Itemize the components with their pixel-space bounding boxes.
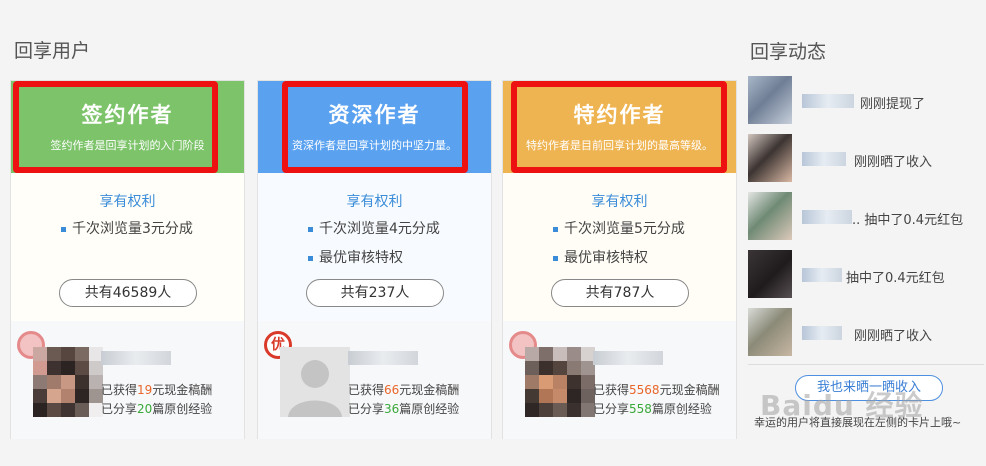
- member-count-button[interactable]: 共有46589人: [59, 279, 197, 307]
- earnings-stat: 已获得66元现金稿酬: [348, 381, 459, 398]
- featured-user: 已获得5568元现金稿酬 已分享558篇原创经验: [503, 321, 736, 439]
- featured-user: 优 已获得66元现金稿酬 已分享36篇原创经验: [258, 321, 491, 439]
- earnings-stat: 已获得5568元现金稿酬: [593, 381, 720, 398]
- featured-user: 已获得19元现金稿酬 已分享20篇原创经验: [11, 321, 244, 439]
- rights-item: 千次浏览量3元分成: [61, 219, 193, 248]
- card-special-author[interactable]: 特约作者 特约作者是目前回享计划的最高等级。 享有权利 千次浏览量5元分成 最优…: [502, 80, 737, 439]
- feed-item[interactable]: 刚刚晒了收入: [748, 308, 984, 366]
- earnings-stat: 已获得19元现金稿酬: [101, 381, 212, 398]
- shared-value: 36: [384, 402, 400, 416]
- section-title-feed: 回享动态: [750, 41, 827, 63]
- stat-label: 已分享: [593, 402, 630, 416]
- feed-text: 刚刚晒了收入: [854, 329, 933, 344]
- username-blurred: [802, 326, 842, 340]
- stat-label: 已获得: [348, 383, 385, 397]
- divider: [748, 364, 984, 365]
- stat-unit: 篇原创经验: [651, 402, 712, 416]
- highlight-box: [511, 81, 727, 173]
- feed-text: 刚刚晒了收入: [854, 155, 933, 170]
- member-count-button[interactable]: 共有237人: [306, 279, 444, 307]
- card-signed-author[interactable]: 签约作者 签约作者是回享计划的入门阶段 享有权利 千次浏览量3元分成 共有465…: [10, 80, 245, 439]
- rights-title: 享有权利: [591, 194, 648, 210]
- rights-list: 千次浏览量4元分成 最优审核特权: [308, 219, 440, 277]
- username-blurred: [101, 351, 171, 365]
- avatar[interactable]: [33, 347, 103, 417]
- avatar[interactable]: [525, 347, 595, 417]
- shared-value: 20: [137, 402, 153, 416]
- stat-unit: 元现金稿酬: [399, 383, 460, 397]
- feed-text: 抽中了0.4元红包: [846, 271, 945, 286]
- username-blurred: [802, 268, 842, 282]
- username-blurred: [593, 351, 663, 365]
- username-blurred: [802, 210, 852, 224]
- stat-label: 已分享: [348, 402, 385, 416]
- rights-item: 最优审核特权: [553, 248, 685, 277]
- shared-stat: 已分享36篇原创经验: [348, 400, 459, 417]
- rights-item: 千次浏览量4元分成: [308, 219, 440, 248]
- stat-label: 已分享: [101, 402, 138, 416]
- username-blurred: [348, 351, 418, 365]
- feed-item[interactable]: 抽中了0.4元红包: [748, 250, 984, 308]
- avatar[interactable]: [748, 192, 792, 240]
- stat-unit: 元现金稿酬: [152, 383, 213, 397]
- feed-item[interactable]: 刚刚提现了: [748, 76, 984, 134]
- highlight-box: [282, 81, 468, 173]
- member-count-button[interactable]: 共有787人: [551, 279, 689, 307]
- activity-feed: 刚刚提现了 刚刚晒了收入 .. 抽中了0.4元红包 抽中了0.4元红包 刚刚晒了…: [748, 76, 984, 366]
- stat-unit: 篇原创经验: [152, 402, 213, 416]
- shared-stat: 已分享20篇原创经验: [101, 400, 212, 417]
- shared-stat: 已分享558篇原创经验: [593, 400, 712, 417]
- feed-text: 刚刚提现了: [860, 97, 926, 112]
- rights-item: 千次浏览量5元分成: [553, 219, 685, 248]
- avatar[interactable]: [748, 308, 792, 356]
- earnings-value: 19: [137, 383, 153, 397]
- page: 回享用户 回享动态 签约作者 签约作者是回享计划的入门阶段 享有权利 千次浏览量…: [0, 0, 986, 466]
- earnings-value: 5568: [629, 383, 660, 397]
- shared-value: 558: [629, 402, 652, 416]
- stat-unit: 篇原创经验: [399, 402, 460, 416]
- avatar[interactable]: [748, 76, 792, 124]
- avatar[interactable]: [748, 134, 792, 182]
- avatar[interactable]: [748, 250, 792, 298]
- stat-unit: 元现金稿酬: [659, 383, 720, 397]
- rights-item: 最优审核特权: [308, 248, 440, 277]
- stat-label: 已获得: [593, 383, 630, 397]
- username-blurred: [802, 152, 846, 166]
- rights-title: 享有权利: [346, 194, 403, 210]
- rights-list: 千次浏览量5元分成 最优审核特权: [553, 219, 685, 277]
- feed-text: .. 抽中了0.4元红包: [852, 213, 964, 228]
- rights-title: 享有权利: [99, 194, 156, 210]
- highlight-box: [13, 81, 218, 173]
- feed-item[interactable]: 刚刚晒了收入: [748, 134, 984, 192]
- lucky-user-note: 幸运的用户将直接展现在左侧的卡片上哦~: [754, 416, 962, 429]
- stat-label: 已获得: [101, 383, 138, 397]
- rights-list: 千次浏览量3元分成: [61, 219, 193, 248]
- card-senior-author[interactable]: 资深作者 资深作者是回享计划的中坚力量。 享有权利 千次浏览量4元分成 最优审核…: [257, 80, 492, 439]
- earnings-value: 66: [384, 383, 400, 397]
- feed-item[interactable]: .. 抽中了0.4元红包: [748, 192, 984, 250]
- username-blurred: [802, 94, 854, 108]
- section-title-users: 回享用户: [14, 40, 91, 62]
- user-silhouette-icon: [288, 360, 342, 417]
- default-avatar[interactable]: [280, 347, 350, 417]
